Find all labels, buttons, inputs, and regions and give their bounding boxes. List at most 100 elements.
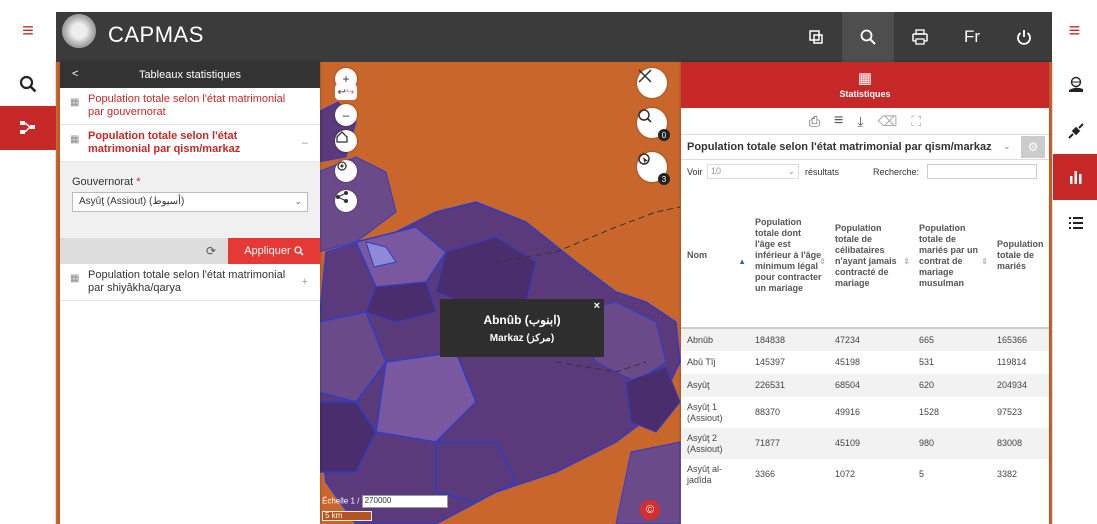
- table-icon: ▦: [70, 97, 80, 108]
- home-extent-button[interactable]: [335, 130, 357, 152]
- search-icon: [19, 75, 37, 93]
- statistics-title: Statistiques: [839, 89, 891, 99]
- globe-hand-button[interactable]: [1053, 62, 1097, 108]
- search-label: Recherche:: [873, 167, 920, 177]
- table-row: Abû Tîj 145397 45198 531 119814: [687, 357, 1027, 367]
- popup-feature-type: Markaz (مركز): [489, 333, 555, 344]
- globe-hand-icon: [1068, 76, 1083, 92]
- sort-icon: ⇕: [981, 256, 988, 266]
- hamburger-menu-icon[interactable]: ≡: [0, 0, 56, 62]
- satellite-icon: [1067, 123, 1084, 139]
- hierarchy-icon: [20, 121, 35, 134]
- chevron-down-icon: ⌄: [294, 196, 302, 206]
- back-chevron-icon[interactable]: <: [72, 68, 78, 80]
- table-selector[interactable]: Population totale selon l'état matrimoni…: [681, 134, 1049, 160]
- statistics-header: ▦ Statistiques: [681, 62, 1049, 108]
- gouvernorat-select[interactable]: Asyûţ (Assiout) (أسيوط) ⌄: [72, 192, 308, 212]
- info-tool-button[interactable]: 0: [637, 108, 670, 141]
- home-icon: [336, 131, 348, 143]
- table-row: Asyûţ 2 (Assiout) 71877 45109 980 83008: [681, 428, 1049, 459]
- print-table-icon[interactable]: ⎙: [809, 113, 820, 130]
- info-magnifier-icon: [638, 109, 652, 123]
- legend-list-button[interactable]: [1053, 200, 1097, 246]
- fullscreen-icon[interactable]: ⛶: [911, 113, 921, 130]
- power-icon: [1017, 30, 1031, 45]
- locate-button[interactable]: [335, 160, 357, 182]
- statistics-table: Nom ▲ Population totale dont l'âge est in…: [681, 184, 1049, 490]
- table-item-shiyakha-qarya[interactable]: ▦ Population totale selon l'état matrimo…: [60, 264, 320, 301]
- results-label: résultats: [805, 167, 840, 177]
- search-icon: [294, 246, 304, 256]
- trash-icon[interactable]: ⌫: [878, 113, 898, 130]
- sort-asc-icon: ▲: [738, 256, 746, 266]
- print-icon: [912, 29, 928, 45]
- table-item-gouvernorat[interactable]: ▦ Population totale selon l'état matrimo…: [60, 88, 320, 125]
- scale-input[interactable]: 270000: [361, 495, 448, 508]
- table-item-label: Population totale selon l'état matrimoni…: [88, 93, 286, 118]
- chevron-down-icon: ⌄: [1003, 141, 1011, 151]
- info-badge: 0: [658, 129, 670, 141]
- sort-icon: ⇕: [903, 256, 910, 266]
- popup-feature-name: Abnûb (ابنوب): [483, 313, 561, 327]
- list-view-icon[interactable]: ≡: [834, 112, 843, 130]
- selection-tool-button[interactable]: 3: [637, 152, 670, 185]
- right-menu-icon[interactable]: ≡: [1052, 0, 1097, 62]
- selection-badge: 3: [658, 173, 670, 185]
- table-item-qism-markaz[interactable]: ▦ Population totale selon l'état matrimo…: [60, 125, 320, 162]
- history-forward-icon[interactable]: ↪: [346, 87, 354, 98]
- column-header-underage[interactable]: Population totale dont l'âge est inférie…: [749, 184, 829, 329]
- power-button[interactable]: [998, 12, 1050, 62]
- gouvernorat-label: Gouvernorat *: [72, 176, 141, 188]
- table-search-input[interactable]: [927, 164, 1037, 179]
- share-icon: [336, 191, 348, 203]
- column-header-nom[interactable]: Nom ▲: [681, 184, 749, 329]
- history-nav: ↩ ↪: [335, 84, 357, 100]
- column-header-maries-musulman[interactable]: Population totale de mariés par un contr…: [913, 184, 991, 329]
- feature-popup: × Abnûb (ابنوب) Markaz (مركز): [440, 299, 604, 357]
- chevron-down-icon: ⌄: [787, 166, 795, 176]
- share-button[interactable]: [335, 190, 357, 212]
- measure-tool-button[interactable]: [637, 68, 667, 98]
- stat-tables-header: < Tableaux statistiques: [60, 62, 320, 88]
- scale-label: Échelle 1 /: [322, 496, 360, 506]
- bar-chart-icon: ▦: [857, 70, 873, 87]
- right-toolbar: [1052, 62, 1097, 524]
- collapse-icon[interactable]: –: [302, 137, 308, 149]
- ruler-icon: [638, 69, 652, 83]
- statistics-button[interactable]: [1053, 154, 1097, 200]
- settings-gear-icon[interactable]: ⚙: [1021, 136, 1045, 158]
- filter-form: Gouvernorat * Asyûţ (Assiout) (أسيوط) ⌄: [60, 162, 320, 238]
- reset-icon[interactable]: ⟳: [206, 244, 216, 258]
- hierarchy-tool-button[interactable]: [0, 106, 56, 150]
- popup-close-button[interactable]: ×: [594, 300, 600, 312]
- table-row: Asyûţ 1 (Assiout) 88370 49916 1528 97523: [687, 401, 1023, 423]
- zoom-search-button[interactable]: [842, 12, 894, 62]
- table-controls: Voir 10 ⌄ résultats Recherche:: [681, 160, 1049, 184]
- expand-icon[interactable]: +: [302, 276, 308, 288]
- print-button[interactable]: [894, 12, 946, 62]
- column-header-maries[interactable]: Population totale de mariés: [991, 184, 1049, 329]
- zoom-out-button[interactable]: –: [335, 104, 357, 126]
- download-icon[interactable]: ⤓: [857, 113, 863, 130]
- app-header: ≡ CAPMAS Fr ≡: [0, 0, 1097, 62]
- zoom-search-icon: [860, 29, 876, 45]
- table-row: Asyûţ 226531 68504 620 204934: [681, 374, 1049, 397]
- statistics-toolbar: ⎙ ≡ ⤓ ⌫ ⛶: [681, 108, 1049, 134]
- statistics-panel: ▦ Statistiques ⎙ ≡ ⤓ ⌫ ⛶ Population tota…: [681, 62, 1049, 524]
- history-back-icon[interactable]: ↩: [338, 87, 346, 98]
- capmas-logo: [62, 14, 96, 48]
- apply-button[interactable]: Appliquer: [228, 238, 320, 264]
- language-button[interactable]: Fr: [946, 12, 998, 62]
- layers-button[interactable]: [790, 12, 842, 62]
- copyright-button[interactable]: ©: [640, 500, 660, 520]
- column-header-celibataires[interactable]: Population totale de célibataires n'ayan…: [829, 184, 913, 329]
- list-icon: [1068, 217, 1083, 229]
- table-icon: ▦: [70, 134, 80, 145]
- page-size-select[interactable]: 10 ⌄: [707, 164, 799, 179]
- satellite-button[interactable]: [1053, 108, 1097, 154]
- page-size-label: Voir: [687, 167, 703, 177]
- location-pin-icon: [337, 161, 347, 171]
- search-tool-button[interactable]: [0, 62, 56, 106]
- layers-icon: [809, 30, 823, 44]
- table-icon: ▦: [70, 273, 80, 284]
